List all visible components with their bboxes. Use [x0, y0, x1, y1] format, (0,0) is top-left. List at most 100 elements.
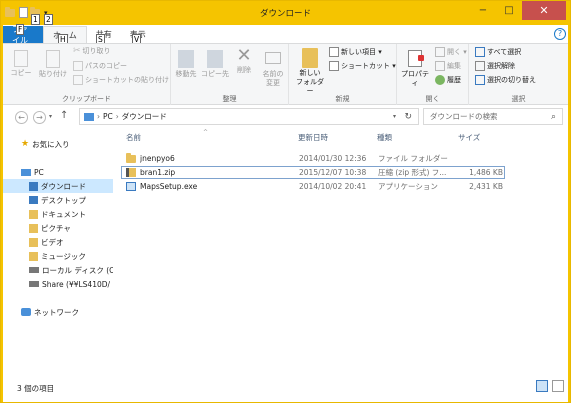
- up-button[interactable]: ↑: [60, 110, 68, 121]
- status-bar: 3 個の項目: [3, 377, 568, 402]
- invert-selection-button[interactable]: 選択の切り替え: [475, 75, 536, 85]
- search-input[interactable]: ダウンロードの検索 ⌕: [423, 108, 563, 125]
- network-drive-icon: [29, 281, 39, 287]
- shortcut-button[interactable]: ショートカット ▾: [329, 61, 396, 71]
- select-all-button[interactable]: すべて選択: [475, 47, 521, 57]
- minimize-button[interactable]: −: [470, 1, 496, 20]
- history-button[interactable]: 履歴: [435, 75, 461, 85]
- delete-button[interactable]: ✕ 削除: [233, 46, 255, 75]
- recent-dropdown-icon[interactable]: ▾: [49, 113, 52, 120]
- column-header-modified[interactable]: 更新日時: [298, 132, 328, 143]
- invert-selection-label: 選択の切り替え: [487, 75, 536, 84]
- refresh-button[interactable]: ↻: [404, 112, 412, 122]
- file-size: 2,431 KB: [469, 182, 503, 191]
- invert-selection-icon: [475, 75, 485, 85]
- new-group: 新しい フォルダー 新しい項目 ▾ ショートカット ▾ 新規: [289, 44, 397, 106]
- paste-shortcut-label: ショートカットの貼り付け: [85, 75, 169, 84]
- rename-icon: [265, 52, 281, 64]
- nav-item-label: ドキュメント: [41, 209, 86, 219]
- pictures-folder-icon: [29, 223, 38, 233]
- open-group: プロパティ 開く ▾ 編集 履歴 開く: [397, 44, 469, 106]
- network-icon: [21, 308, 31, 316]
- rename-button[interactable]: 名前の 変更: [259, 48, 287, 88]
- edit-label: 編集: [447, 61, 461, 70]
- properties-icon: [408, 50, 424, 67]
- documents-folder-icon: [29, 209, 38, 219]
- table-row[interactable]: jnenpyo6 2014/01/30 12:36 ファイル フォルダー: [121, 152, 505, 165]
- address-dropdown-icon[interactable]: ▾: [393, 113, 396, 120]
- explorer-window: ▾ 1 2 ダウンロード − □ ✕ ファイル ホーム 共有 表示 F H S …: [0, 0, 571, 403]
- paste-shortcut-button[interactable]: ショートカットの貼り付け: [73, 75, 169, 85]
- nav-item-label: デスクトップ: [41, 195, 86, 205]
- copy-button[interactable]: コピー: [9, 48, 33, 78]
- file-name: MapsSetup.exe: [140, 182, 198, 191]
- select-none-icon: [475, 61, 485, 71]
- select-group-label: 選択: [511, 95, 526, 103]
- nav-pc-label: PC: [34, 167, 44, 177]
- column-header-name[interactable]: 名前: [126, 132, 141, 143]
- videos-folder-icon: [29, 237, 38, 247]
- pc-icon: [21, 168, 31, 176]
- file-type: 圧縮 (zip 形式) フ...: [378, 168, 447, 177]
- move-to-button[interactable]: 移動先: [173, 48, 199, 79]
- forward-button[interactable]: →: [33, 111, 46, 124]
- select-group: すべて選択 選択解除 選択の切り替え 選択: [469, 44, 568, 106]
- edit-button[interactable]: 編集: [435, 61, 461, 71]
- close-button[interactable]: ✕: [522, 1, 566, 20]
- properties-button[interactable]: プロパティ: [398, 48, 432, 88]
- help-icon[interactable]: ?: [554, 28, 566, 40]
- large-icons-view-icon[interactable]: [552, 380, 564, 392]
- move-to-label: 移動先: [175, 70, 197, 78]
- table-row[interactable]: MapsSetup.exe 2014/10/02 20:41 アプリケーション …: [121, 180, 505, 193]
- open-label: 開く ▾: [447, 47, 467, 56]
- table-row[interactable]: bran1.zip 2015/12/07 10:38 圧縮 (zip 形式) フ…: [121, 166, 505, 179]
- file-modified: 2014/01/30 12:36: [299, 154, 367, 163]
- select-all-label: すべて選択: [487, 47, 522, 56]
- scissors-icon: ✂: [73, 46, 81, 56]
- application-icon: [126, 182, 136, 191]
- nav-item-share[interactable]: Share (¥¥LS410D/: [29, 277, 113, 291]
- open-button[interactable]: 開く ▾: [435, 47, 467, 57]
- paste-shortcut-icon: [73, 75, 83, 85]
- copy-path-button[interactable]: パスのコピー: [73, 61, 127, 71]
- rename-label-line1: 名前の: [262, 70, 284, 78]
- nav-item-label: ピクチャ: [41, 223, 71, 233]
- edit-icon: [435, 61, 445, 71]
- downloads-folder-icon: [29, 181, 38, 191]
- cut-button[interactable]: ✂ 切り取り: [73, 47, 111, 56]
- column-header-size[interactable]: サイズ: [458, 132, 480, 143]
- file-list: ^ 名前 更新日時 種類 サイズ jnenpyo6 2014/01/30 12:…: [113, 129, 568, 377]
- new-item-button[interactable]: 新しい項目 ▾: [329, 47, 382, 57]
- breadcrumb-downloads[interactable]: ダウンロード: [122, 111, 167, 122]
- nav-item-label: ローカル ディスク (C:): [42, 265, 120, 275]
- back-button[interactable]: ←: [15, 111, 28, 124]
- clipboard-group: コピー 貼り付け ✂ 切り取り パスのコピー ショートカットの貼り付け クリップ…: [3, 44, 171, 106]
- nav-item-downloads[interactable]: ダウンロード: [3, 179, 113, 193]
- paste-button[interactable]: 貼り付け: [37, 48, 69, 79]
- new-folder-button[interactable]: 新しい フォルダー: [293, 46, 327, 96]
- desktop-folder-icon: [29, 196, 38, 204]
- column-header-type[interactable]: 種類: [377, 132, 392, 143]
- organize-group-label: 整理: [222, 95, 237, 103]
- folder-icon: [126, 152, 136, 163]
- new-group-label: 新規: [335, 95, 350, 103]
- copy-to-button[interactable]: コピー先: [200, 48, 230, 79]
- nav-network-label: ネットワーク: [34, 307, 79, 317]
- paste-icon: [46, 50, 60, 68]
- nav-favorites-label: お気に入り: [32, 139, 70, 149]
- music-folder-icon: [29, 251, 38, 261]
- copy-path-icon: [73, 61, 83, 71]
- nav-item-label: ダウンロード: [41, 181, 86, 191]
- search-icon[interactable]: ⌕: [551, 112, 556, 122]
- shortcut-icon: [329, 61, 339, 71]
- breadcrumb-pc[interactable]: PC: [103, 112, 113, 121]
- properties-label: プロパティ: [401, 70, 429, 87]
- shortcut-label: ショートカット ▾: [341, 61, 396, 70]
- maximize-button[interactable]: □: [496, 1, 522, 20]
- address-box[interactable]: › PC › ダウンロード ▾ ↻: [79, 108, 419, 125]
- details-view-icon[interactable]: [536, 380, 548, 392]
- keytip-file: F: [16, 24, 25, 35]
- select-none-label: 選択解除: [487, 61, 515, 70]
- select-none-button[interactable]: 選択解除: [475, 61, 515, 71]
- navigation-pane: ★ お気に入り PC ダウンロード デスクトップ ドキュメント ピクチャ ビデオ: [3, 129, 120, 377]
